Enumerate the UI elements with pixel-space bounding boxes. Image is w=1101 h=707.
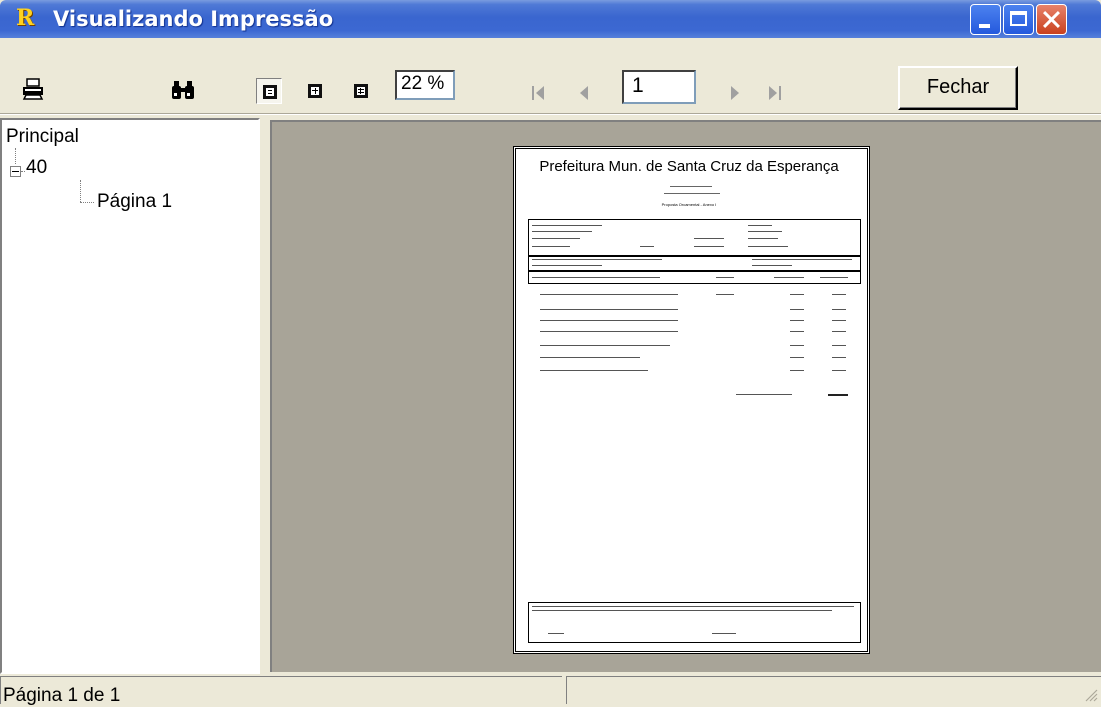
tree-connector bbox=[80, 180, 81, 202]
last-page-icon[interactable] bbox=[764, 82, 784, 104]
doc-text-line bbox=[532, 610, 832, 611]
doc-text-line bbox=[548, 633, 564, 634]
doc-text-line bbox=[748, 238, 778, 239]
zoom-input[interactable]: 22 % bbox=[395, 70, 455, 100]
doc-text-line bbox=[532, 606, 854, 607]
doc-row-line bbox=[540, 294, 678, 295]
next-page-icon[interactable] bbox=[725, 82, 745, 104]
doc-text-line bbox=[694, 238, 724, 239]
doc-text-line bbox=[532, 246, 570, 247]
doc-row-line bbox=[540, 320, 678, 321]
window-title: Visualizando Impressão bbox=[53, 7, 334, 31]
resize-grip-icon[interactable] bbox=[1084, 688, 1098, 702]
tree-root-label[interactable]: Principal bbox=[6, 126, 79, 148]
doc-row-line bbox=[540, 309, 678, 310]
doc-total-line bbox=[828, 394, 848, 396]
doc-text-line bbox=[670, 186, 712, 187]
tree-connector bbox=[15, 148, 16, 164]
doc-row-line bbox=[790, 320, 804, 321]
doc-text-line bbox=[532, 277, 660, 278]
toolbar-separator bbox=[0, 113, 1101, 115]
doc-row-line bbox=[790, 309, 804, 310]
doc-row-line bbox=[790, 345, 804, 346]
binoculars-icon[interactable] bbox=[170, 80, 196, 100]
doc-text-line bbox=[640, 246, 654, 247]
page-number-input[interactable]: 1 bbox=[622, 70, 696, 104]
doc-row-line bbox=[790, 357, 804, 358]
doc-text-line bbox=[532, 265, 602, 266]
printer-icon[interactable] bbox=[22, 78, 44, 100]
multi-page-view-icon[interactable] bbox=[348, 78, 374, 104]
close-icon bbox=[1037, 5, 1066, 34]
doc-text-line bbox=[532, 225, 602, 226]
status-panel-empty bbox=[566, 676, 1101, 704]
doc-text-line bbox=[532, 238, 580, 239]
tree-connector bbox=[21, 171, 25, 172]
doc-text-line bbox=[664, 193, 720, 194]
doc-row-line bbox=[832, 357, 846, 358]
app-icon: R bbox=[16, 5, 35, 31]
doc-text-line bbox=[694, 246, 724, 247]
doc-row-line bbox=[790, 370, 804, 371]
doc-text-line bbox=[748, 225, 772, 226]
document-title: Prefeitura Mun. de Santa Cruz da Esperan… bbox=[539, 158, 839, 175]
page-tree[interactable]: Principal 40 Página 1 bbox=[0, 118, 260, 674]
doc-row-line bbox=[716, 294, 734, 295]
first-page-icon[interactable] bbox=[530, 82, 550, 104]
doc-row-line bbox=[832, 294, 846, 295]
doc-text-line bbox=[820, 277, 848, 278]
doc-row-line bbox=[540, 357, 640, 358]
doc-row-line bbox=[540, 370, 648, 371]
doc-text-line bbox=[712, 633, 736, 634]
doc-text-line bbox=[532, 259, 662, 260]
previous-page-icon[interactable] bbox=[574, 82, 594, 104]
doc-row-line bbox=[540, 345, 670, 346]
close-window-button[interactable] bbox=[1036, 4, 1067, 35]
doc-row-line bbox=[832, 345, 846, 346]
document-subtitle: Proposta Orcamental - Anexo I bbox=[661, 202, 717, 207]
doc-text-line bbox=[532, 231, 592, 232]
doc-text-line bbox=[752, 259, 852, 260]
doc-total-line bbox=[736, 394, 792, 395]
status-bar: Página 1 de 1 bbox=[0, 674, 1101, 706]
two-page-view-icon[interactable] bbox=[302, 78, 328, 104]
tree-node-label[interactable]: 40 bbox=[26, 157, 47, 179]
doc-row-line bbox=[832, 320, 846, 321]
doc-text-line bbox=[752, 265, 792, 266]
minimize-icon bbox=[979, 24, 990, 28]
status-panel-page: Página 1 de 1 bbox=[0, 676, 562, 706]
panel-splitter[interactable] bbox=[260, 118, 270, 674]
maximize-icon bbox=[1010, 11, 1027, 26]
title-bar[interactable]: R Visualizando Impressão bbox=[0, 0, 1101, 38]
doc-row-line bbox=[832, 370, 846, 371]
doc-footer-box bbox=[528, 602, 861, 643]
single-page-view-icon[interactable] bbox=[256, 78, 282, 104]
doc-row-line bbox=[790, 331, 804, 332]
doc-row-line bbox=[540, 331, 678, 332]
doc-text-line bbox=[774, 277, 804, 278]
doc-row-line bbox=[790, 294, 804, 295]
minimize-button[interactable] bbox=[970, 4, 1001, 35]
collapse-icon[interactable] bbox=[10, 166, 21, 177]
maximize-button[interactable] bbox=[1003, 4, 1034, 35]
doc-text-line bbox=[748, 231, 782, 232]
doc-text-line bbox=[748, 246, 788, 247]
close-preview-button[interactable]: Fechar bbox=[898, 66, 1018, 110]
tree-page-label[interactable]: Página 1 bbox=[97, 191, 172, 213]
doc-text-line bbox=[716, 277, 734, 278]
tree-connector bbox=[80, 202, 94, 203]
doc-row-line bbox=[832, 331, 846, 332]
doc-row-line bbox=[832, 309, 846, 310]
